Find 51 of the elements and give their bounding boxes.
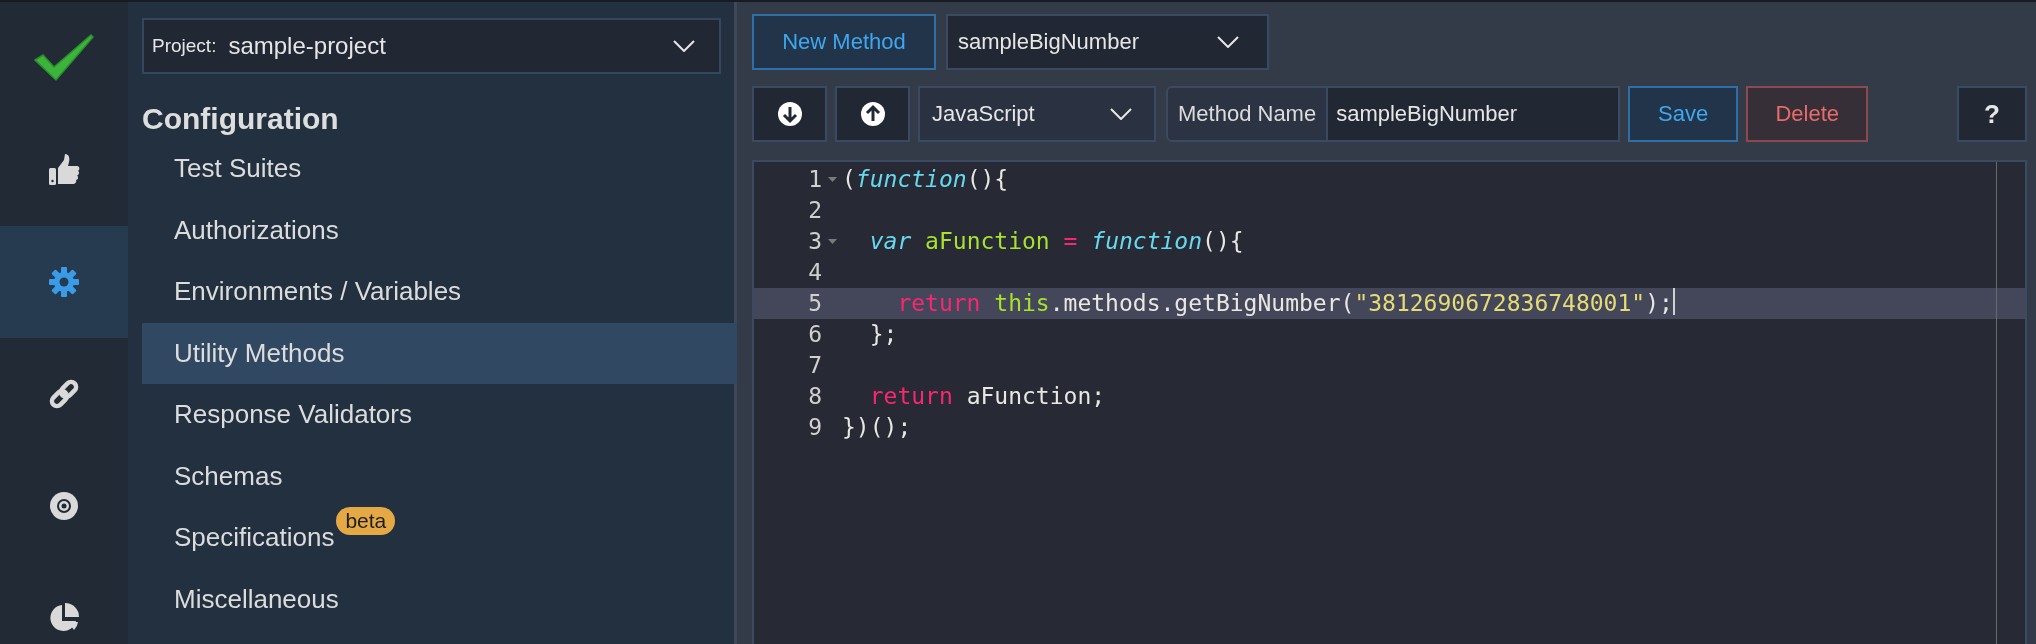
sidebar-item[interactable]: Miscellaneous (142, 568, 737, 630)
thumbs-up-icon[interactable] (48, 154, 80, 186)
project-label: Project: (152, 35, 217, 57)
language-select[interactable]: JavaScript (918, 86, 1156, 142)
chevron-down-icon (1217, 36, 1239, 48)
fold-arrow-icon[interactable] (827, 238, 837, 245)
sidebar-item[interactable]: Authorizations (142, 199, 737, 261)
delete-button[interactable]: Delete (1746, 86, 1869, 142)
line-number: 9 (807, 413, 822, 442)
line-number: 2 (807, 196, 822, 225)
settings-icon[interactable] (48, 266, 80, 298)
sidebar-item[interactable]: Test Suites (142, 138, 737, 200)
method-select[interactable]: sampleBigNumber (946, 14, 1269, 70)
line-number: 4 (807, 258, 822, 287)
code-line: }; (868, 320, 898, 349)
code-line: (function(){ (842, 165, 1009, 194)
help-button[interactable]: ? (1957, 86, 2027, 142)
code-line: return this.methods.getBigNumber("3812690672836748001"); (896, 289, 1673, 318)
line-number: 3 (807, 227, 822, 256)
line-number: 1 (807, 165, 822, 194)
section-heading: Configuration (142, 102, 340, 136)
sidebar-item[interactable]: Utility Methods (142, 322, 737, 384)
sidebar-item[interactable]: Environments / Variables (142, 261, 737, 323)
arrow-down-circle-icon (777, 102, 802, 126)
code-line: return aFunction; (868, 382, 1106, 411)
upload-button[interactable] (835, 86, 910, 142)
code-line: })(); (842, 413, 912, 442)
text-cursor (1672, 288, 1675, 315)
new-method-button[interactable]: New Method (752, 14, 936, 70)
beta-badge: beta (336, 506, 396, 535)
link-icon[interactable] (48, 378, 80, 410)
download-button[interactable] (752, 86, 827, 142)
project-value: sample-project (228, 32, 387, 60)
sidebar-item[interactable]: Schemas (142, 445, 737, 507)
chevron-down-icon (673, 40, 695, 52)
disc-icon[interactable] (49, 491, 79, 521)
line-number: 7 (807, 351, 822, 380)
line-number: 8 (807, 382, 822, 411)
checkmark-logo-icon (33, 33, 95, 83)
line-number: 5 (807, 289, 822, 318)
pie-chart-icon[interactable] (48, 602, 80, 634)
arrow-up-circle-icon (860, 102, 885, 126)
chevron-down-icon (1110, 108, 1132, 120)
save-button[interactable]: Save (1628, 86, 1739, 142)
fold-arrow-icon[interactable] (827, 176, 837, 183)
code-editor[interactable]: 1 (function(){ 2 3 var aFunction = function(){ 4 5 return this.methods.getBigNumber("3812690672836748001"); 6 }; 7 8 return aFunction; 9 })(); (752, 160, 2027, 644)
line-number: 6 (807, 320, 822, 349)
sidebar-item[interactable]: Specifications (174, 522, 335, 554)
sidebar-item[interactable]: Response Validators (142, 384, 737, 446)
project-select[interactable]: Project: sample-project (142, 18, 721, 74)
code-line: var aFunction = function(){ (868, 227, 1244, 256)
